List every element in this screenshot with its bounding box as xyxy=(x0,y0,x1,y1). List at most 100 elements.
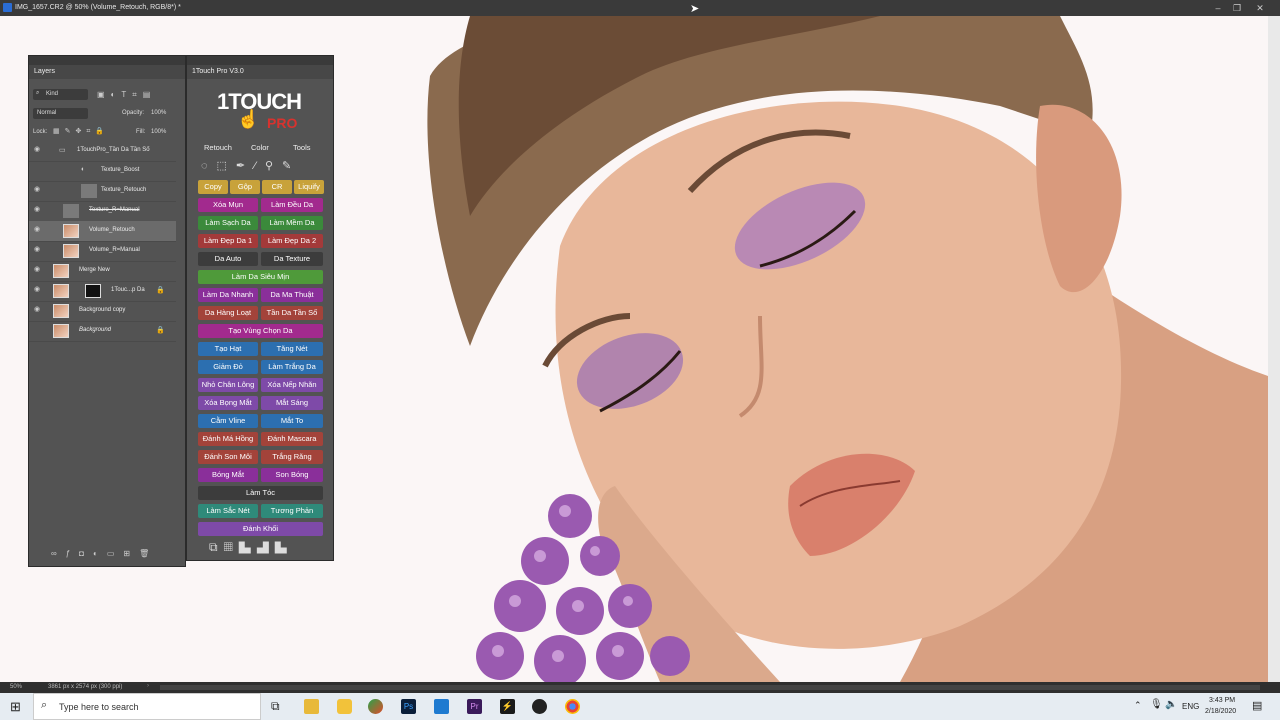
liquify-button[interactable]: Liquify xyxy=(294,180,324,194)
layer-name: Background xyxy=(79,327,112,333)
hair-button[interactable]: Làm Tóc xyxy=(198,486,323,500)
language-indicator[interactable]: ENG xyxy=(1182,702,1199,711)
visibility-eye-icon[interactable]: ◉ xyxy=(34,146,42,153)
task-view-icon[interactable]: ⧉ xyxy=(271,699,280,714)
windows-start-icon[interactable]: ⊞ xyxy=(10,699,21,715)
big-eyes-button[interactable]: Mắt To xyxy=(261,414,323,428)
blush-button[interactable]: Đánh Má Hồng xyxy=(198,432,258,446)
clock-date[interactable]: 2/18/2020 xyxy=(1205,708,1236,715)
ultra-smooth-skin-button[interactable]: Làm Da Siêu Mịn xyxy=(198,270,323,284)
eye-shadow-button[interactable]: Bóng Mắt xyxy=(198,468,258,482)
reduce-red-button[interactable]: Giảm Đỏ xyxy=(198,360,258,374)
tab-color[interactable]: Color xyxy=(251,143,269,152)
fill-value[interactable]: 100% xyxy=(151,129,166,135)
even-skin-button[interactable]: Làm Đều Da xyxy=(261,198,323,212)
layer-row[interactable]: ◉ Texture_Retouch xyxy=(29,181,176,202)
visibility-eye-icon[interactable]: ◉ xyxy=(34,206,42,213)
clock-time[interactable]: 3:43 PM xyxy=(1209,697,1235,704)
copy-button[interactable]: Copy xyxy=(198,180,228,194)
layer-row[interactable]: ◉ ▭ 1TouchPro_Tần Da Tần Số xyxy=(29,141,176,162)
whiten-teeth-button[interactable]: Trắng Răng xyxy=(261,450,323,464)
filter-kind-select[interactable]: ⌕ Kind xyxy=(33,89,88,100)
beauty-skin-2-button[interactable]: Làm Đẹp Da 2 xyxy=(261,234,323,248)
layer-row[interactable]: ◉ Merge New xyxy=(29,261,176,282)
photoshop-taskbar-icon[interactable]: Ps xyxy=(401,699,416,714)
chevron-up-icon[interactable]: ⌃ xyxy=(1134,700,1142,711)
zoom-level[interactable]: 50% xyxy=(10,684,22,690)
speaker-icon[interactable]: 🔈 xyxy=(1165,699,1177,710)
taskbar-search-box[interactable]: ⌕ Type here to search xyxy=(33,693,261,720)
layer-row[interactable]: ◉ Texture_R=Manual xyxy=(29,201,176,222)
glossy-lips-button[interactable]: Son Bóng xyxy=(261,468,323,482)
layer-row-selected[interactable]: ◉ Volume_Retouch xyxy=(29,221,176,242)
tool-icons[interactable]: ◌⬚✒⁄⚲✎ xyxy=(201,159,300,172)
notification-icon[interactable]: ▤ xyxy=(1252,699,1262,712)
mascara-button[interactable]: Đánh Mascara xyxy=(261,432,323,446)
vertical-scrollbar[interactable] xyxy=(1268,16,1280,682)
app-dark-icon[interactable] xyxy=(532,699,547,714)
batch-skin-button[interactable]: Da Hàng Loạt xyxy=(198,306,258,320)
horizontal-scrollbar[interactable] xyxy=(160,685,1260,690)
opacity-value[interactable]: 100% xyxy=(151,110,166,116)
layer-row[interactable]: ◉ Volume_R=Manual xyxy=(29,241,176,262)
blend-mode-select[interactable]: Normal xyxy=(33,108,88,119)
frequency-separation-button[interactable]: Tần Da Tần Số xyxy=(261,306,323,320)
shrink-pores-button[interactable]: Nhỏ Chân Lông xyxy=(198,378,258,392)
layer-row[interactable]: Background 🔒 xyxy=(29,321,176,342)
close-button[interactable]: ✕ xyxy=(1254,2,1266,14)
file-explorer-icon[interactable] xyxy=(304,699,319,714)
lipstick-button[interactable]: Đánh Son Môi xyxy=(198,450,258,464)
touch-panel-header[interactable] xyxy=(187,56,333,65)
layers-panel-header[interactable] xyxy=(29,56,185,65)
skin-texture-button[interactable]: Da Texture xyxy=(261,252,323,266)
chrome-icon[interactable] xyxy=(565,699,580,714)
fill-label: Fill: xyxy=(136,129,146,135)
visibility-eye-icon[interactable]: ◉ xyxy=(34,266,42,273)
quick-skin-button[interactable]: Làm Da Nhanh xyxy=(198,288,258,302)
layer-row[interactable]: ◉ Background copy xyxy=(29,301,176,322)
vline-chin-button[interactable]: Cằm Vline xyxy=(198,414,258,428)
merge-button[interactable]: Gộp xyxy=(230,180,260,194)
magic-skin-button[interactable]: Da Ma Thuật xyxy=(261,288,323,302)
teamviewer-icon[interactable] xyxy=(434,699,449,714)
app-bolt-icon[interactable]: ⚡ xyxy=(500,699,515,714)
app-icon[interactable] xyxy=(368,699,383,714)
lock-icons[interactable]: ▦✎✥⌗🔒 xyxy=(53,127,109,136)
clean-skin-button[interactable]: Làm Sạch Da xyxy=(198,216,258,230)
skin-selection-button[interactable]: Tạo Vùng Chọn Da xyxy=(198,324,323,338)
tab-tools[interactable]: Tools xyxy=(293,143,311,152)
remove-eye-bags-button[interactable]: Xóa Bọng Mắt xyxy=(198,396,258,410)
layer-row[interactable]: ◉ 1Touc...p Da 🔒 xyxy=(29,281,176,302)
beauty-skin-1-button[interactable]: Làm Đẹp Da 1 xyxy=(198,234,258,248)
skin-auto-button[interactable]: Da Auto xyxy=(198,252,258,266)
touch-pro-tab[interactable]: 1Touch Pro V3.0 xyxy=(192,68,244,75)
whiten-skin-button[interactable]: Làm Trắng Da xyxy=(261,360,323,374)
premiere-icon[interactable]: Pr xyxy=(467,699,482,714)
layer-row[interactable]: ◐ Texture_Boost xyxy=(29,161,176,182)
sharpen-button[interactable]: Tăng Nét xyxy=(261,342,323,356)
contrast-button[interactable]: Tương Phản xyxy=(261,504,323,518)
filter-icons[interactable]: ▣◐T⌗▤ xyxy=(97,90,156,100)
cr-button[interactable]: CR xyxy=(262,180,292,194)
sharpness-button[interactable]: Làm Sắc Nét xyxy=(198,504,258,518)
layer-actions[interactable]: ∞ƒ◘◐▭⊞🗑 xyxy=(51,549,158,558)
contour-button[interactable]: Đánh Khối xyxy=(198,522,323,536)
minimize-button[interactable]: – xyxy=(1212,2,1224,14)
visibility-eye-icon[interactable]: ◉ xyxy=(34,286,42,293)
visibility-eye-icon[interactable]: ◉ xyxy=(34,306,42,313)
microphone-icon[interactable]: 🎙 xyxy=(1150,699,1163,710)
tab-retouch[interactable]: Retouch xyxy=(204,143,232,152)
bright-eyes-button[interactable]: Mắt Sáng xyxy=(261,396,323,410)
lock-folder-icon[interactable] xyxy=(337,699,352,714)
chevron-right-icon[interactable]: › xyxy=(147,683,149,689)
remove-wrinkles-button[interactable]: Xóa Nếp Nhăn xyxy=(261,378,323,392)
soften-skin-button[interactable]: Làm Mềm Da xyxy=(261,216,323,230)
remove-acne-button[interactable]: Xóa Mụn xyxy=(198,198,258,212)
layers-tab[interactable]: Layers xyxy=(34,68,55,75)
restore-button[interactable]: ❐ xyxy=(1231,2,1243,14)
visibility-eye-icon[interactable]: ◉ xyxy=(34,246,42,253)
utility-icons[interactable]: ⧉▦▙▟▙ xyxy=(209,540,293,555)
add-grain-button[interactable]: Tạo Hạt xyxy=(198,342,258,356)
visibility-eye-icon[interactable]: ◉ xyxy=(34,226,42,233)
visibility-eye-icon[interactable]: ◉ xyxy=(34,186,42,193)
